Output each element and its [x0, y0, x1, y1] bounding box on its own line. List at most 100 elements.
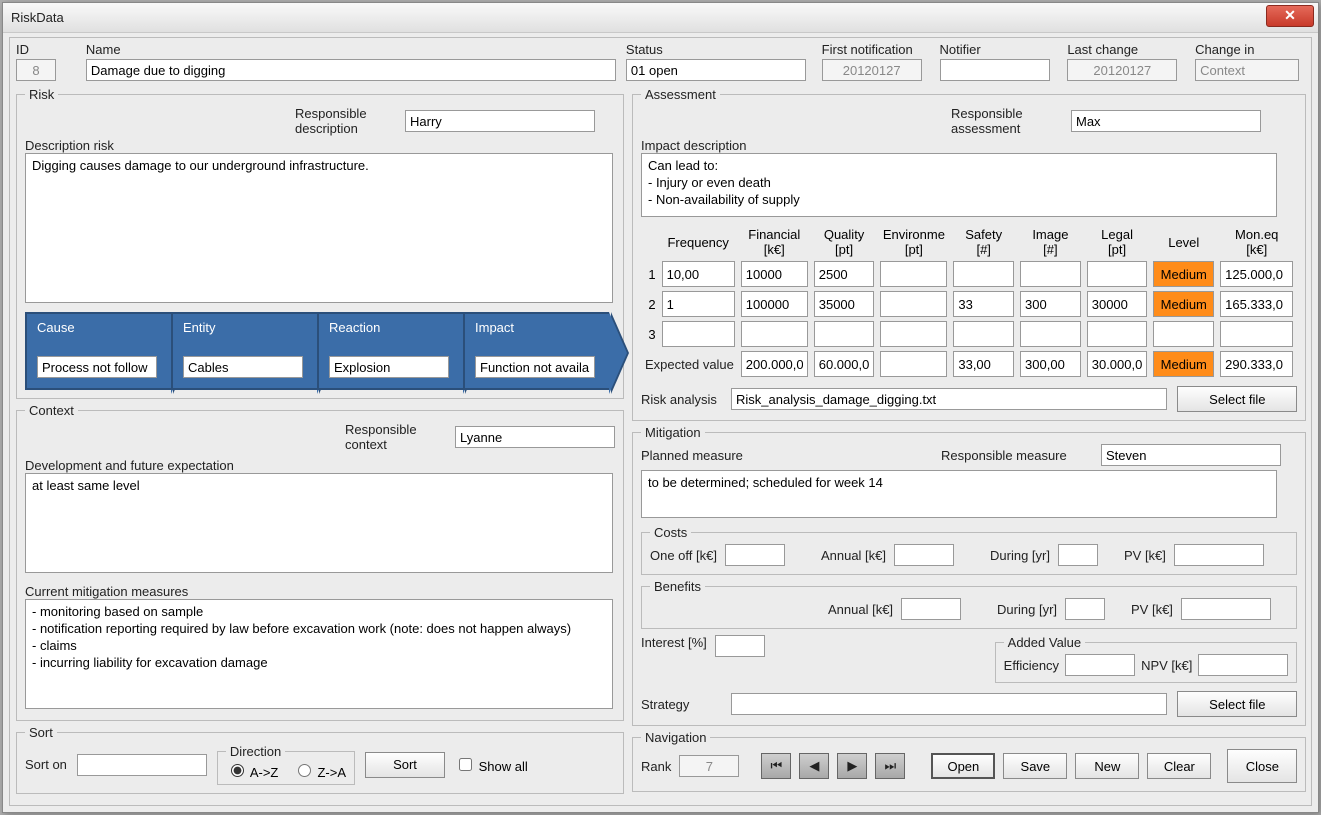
row-safe[interactable] [953, 321, 1014, 347]
chev-entity-field[interactable] [183, 356, 303, 378]
row-mon[interactable] [1220, 291, 1293, 317]
costs-annual-field[interactable] [894, 544, 954, 566]
status-field[interactable] [626, 59, 806, 81]
costs-oneoff-label: One off [k€] [650, 548, 717, 563]
row-level: Medium [1153, 261, 1214, 287]
close-button[interactable]: Close [1227, 749, 1297, 783]
npv-field[interactable] [1198, 654, 1288, 676]
analysis-field[interactable] [731, 388, 1167, 410]
context-resp-field[interactable] [455, 426, 615, 448]
nav-next-button[interactable]: ▶ [837, 753, 867, 779]
costs-pv-field[interactable] [1174, 544, 1264, 566]
row-mon[interactable] [1220, 261, 1293, 287]
chev-cause-field[interactable] [37, 356, 157, 378]
name-field[interactable] [86, 59, 616, 81]
open-button[interactable]: Open [931, 753, 995, 779]
interest-field[interactable] [715, 635, 765, 657]
mitigation-resp-field[interactable] [1101, 444, 1281, 466]
row-qual[interactable] [814, 261, 875, 287]
row-img[interactable] [1020, 321, 1081, 347]
costs-during-field[interactable] [1058, 544, 1098, 566]
row-fin[interactable] [741, 291, 808, 317]
nav-first-button[interactable]: ⏮ [761, 753, 791, 779]
context-cur-field[interactable] [25, 599, 613, 709]
analysis-select-file-button[interactable]: Select file [1177, 386, 1297, 412]
sort-direction-group: Direction A->Z Z->A [217, 744, 355, 785]
row-safe[interactable] [953, 291, 1014, 317]
col-level: Level [1151, 226, 1216, 258]
row-env[interactable] [880, 261, 947, 287]
context-dev-field[interactable] [25, 473, 613, 573]
sort-za-radio[interactable]: Z->A [293, 765, 346, 780]
row-env[interactable] [880, 291, 947, 317]
costs-group: Costs One off [k€] Annual [k€] During [y… [641, 525, 1297, 575]
row-legal[interactable] [1087, 291, 1148, 317]
row-env[interactable] [880, 321, 947, 347]
risk-desc-field[interactable] [25, 153, 613, 303]
col-safe: Safety [#] [951, 226, 1016, 258]
sort-legend: Sort [25, 725, 57, 740]
nav-last-button[interactable]: ⏭ [875, 753, 905, 779]
nav-prev-button[interactable]: ◀ [799, 753, 829, 779]
costs-oneoff-field[interactable] [725, 544, 785, 566]
row-qual[interactable] [814, 321, 875, 347]
row-freq[interactable] [662, 321, 735, 347]
window-close-button[interactable]: ✕ [1266, 5, 1314, 27]
id-label: ID [16, 42, 76, 57]
row-qual[interactable] [814, 291, 875, 317]
row-fin[interactable] [741, 261, 808, 287]
last-icon: ⏭ [885, 758, 897, 774]
clear-button[interactable]: Clear [1147, 753, 1211, 779]
strategy-select-file-button[interactable]: Select file [1177, 691, 1297, 717]
exp-img[interactable] [1020, 351, 1081, 377]
notifier-field[interactable] [940, 59, 1050, 81]
planned-field[interactable] [641, 470, 1277, 518]
sort-on-field[interactable] [77, 754, 207, 776]
context-group: Context Responsible context Development … [16, 403, 624, 721]
save-button[interactable]: Save [1003, 753, 1067, 779]
first-notification-label: First notification [822, 42, 930, 57]
costs-during-label: During [yr] [990, 548, 1050, 563]
strategy-field[interactable] [731, 693, 1167, 715]
exp-env[interactable] [880, 351, 947, 377]
assessment-impact-field[interactable] [641, 153, 1277, 217]
row-safe[interactable] [953, 261, 1014, 287]
row-freq[interactable] [662, 261, 735, 287]
notifier-label: Notifier [940, 42, 1058, 57]
efficiency-field[interactable] [1065, 654, 1135, 676]
row-img[interactable] [1020, 291, 1081, 317]
navigation-legend: Navigation [641, 730, 710, 745]
row-legal[interactable] [1087, 261, 1148, 287]
change-in-field [1195, 59, 1299, 81]
context-cur-label: Current mitigation measures [25, 584, 615, 599]
exp-qual[interactable] [814, 351, 875, 377]
col-env: Environme [pt] [878, 226, 949, 258]
exp-safe[interactable] [953, 351, 1014, 377]
chev-reaction-field[interactable] [329, 356, 449, 378]
row-fin[interactable] [741, 321, 808, 347]
mitigation-legend: Mitigation [641, 425, 705, 440]
benefits-annual-field[interactable] [901, 598, 961, 620]
window: RiskData ✕ ID Name Status First notifica… [2, 2, 1319, 813]
assessment-impact-label: Impact description [641, 138, 1297, 153]
row-legal[interactable] [1087, 321, 1148, 347]
show-all-check[interactable]: Show all [455, 755, 528, 774]
benefits-pv-field[interactable] [1181, 598, 1271, 620]
sort-button[interactable]: Sort [365, 752, 445, 778]
exp-mon[interactable] [1220, 351, 1293, 377]
risk-resp-field[interactable] [405, 110, 595, 132]
row-img[interactable] [1020, 261, 1081, 287]
exp-legal[interactable] [1087, 351, 1148, 377]
row-freq[interactable] [662, 291, 735, 317]
exp-fin[interactable] [741, 351, 808, 377]
assessment-resp-field[interactable] [1071, 110, 1261, 132]
navigation-group: Navigation Rank ⏮ ◀ ▶ ⏭ Open Save New Cl… [632, 730, 1306, 792]
expected-label: Expected value [645, 357, 734, 372]
chev-impact-field[interactable] [475, 356, 595, 378]
sort-az-radio[interactable]: A->Z [226, 765, 278, 780]
mitigation-resp-label: Responsible measure [941, 448, 1081, 463]
risk-desc-label: Description risk [25, 138, 615, 153]
benefits-during-field[interactable] [1065, 598, 1105, 620]
new-button[interactable]: New [1075, 753, 1139, 779]
row-mon[interactable] [1220, 321, 1293, 347]
